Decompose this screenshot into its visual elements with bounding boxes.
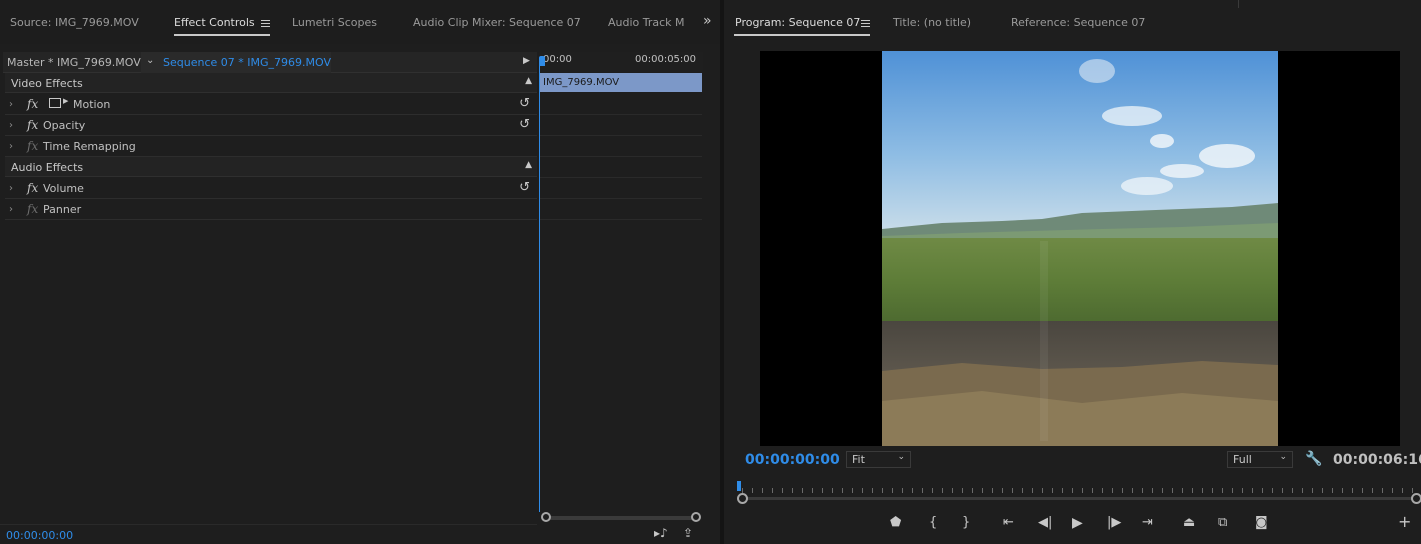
effect-name: Opacity (43, 119, 86, 132)
video-frame-image (882, 51, 1278, 446)
audio-effects-label: Audio Effects (11, 161, 84, 174)
effect-row-time-remapping[interactable]: › fx Time Remapping (5, 136, 537, 157)
sequence-clip-label[interactable]: Sequence 07 * IMG_7969.MOV (163, 56, 331, 69)
audio-scrub-icon[interactable]: ▸♪ (654, 526, 668, 540)
tab-source[interactable]: Source: IMG_7969.MOV (10, 16, 139, 29)
panel-menu-icon[interactable] (261, 20, 270, 27)
effect-row-opacity[interactable]: › fx Opacity ↺ (5, 115, 537, 136)
export-icon[interactable]: ⇪ (683, 526, 693, 540)
scroll-handle-right-icon[interactable] (691, 512, 701, 522)
go-to-out-icon[interactable]: ⇥ (1142, 515, 1153, 530)
play-icon[interactable]: ▶ (1072, 515, 1083, 531)
expand-chevron-icon[interactable]: › (9, 141, 13, 152)
ec-current-timecode[interactable]: 00:00:00:00 (6, 529, 73, 542)
timeline-divider (540, 219, 702, 220)
timeline-divider (540, 114, 702, 115)
expand-chevron-icon[interactable]: › (9, 99, 13, 110)
effect-name: Time Remapping (43, 140, 136, 153)
resolution-select[interactable]: Full ⌄ (1227, 451, 1293, 468)
panel-menu-icon[interactable] (861, 20, 870, 27)
ruler-start-time: 00:00 (543, 54, 572, 65)
tab-audio-clip-mixer[interactable]: Audio Clip Mixer: Sequence 07 (413, 16, 581, 29)
ec-clip-label: IMG_7969.MOV (543, 77, 620, 88)
extract-icon[interactable]: ⧉ (1218, 515, 1227, 530)
fx-toggle-icon[interactable]: fx (27, 97, 38, 111)
timeline-divider (540, 156, 702, 157)
chevron-down-icon: ⌄ (897, 452, 905, 462)
play-triangle-icon[interactable]: ▶ (523, 56, 530, 66)
active-tab-underline (174, 34, 270, 36)
expand-chevron-icon[interactable]: › (9, 183, 13, 194)
expand-chevron-icon[interactable]: › (9, 204, 13, 215)
fx-toggle-icon: fx (27, 202, 39, 216)
audio-effects-header[interactable]: Audio Effects ▲ (5, 157, 537, 177)
video-effects-header[interactable]: Video Effects ▲ (5, 73, 537, 93)
add-button-icon[interactable]: + (1398, 512, 1411, 531)
transform-box-icon[interactable] (49, 98, 61, 108)
reset-icon[interactable]: ↺ (519, 96, 530, 111)
program-time-ruler[interactable] (742, 488, 1414, 493)
export-frame-camera-icon[interactable]: ◙ (1255, 515, 1268, 530)
timeline-divider (540, 135, 702, 136)
scroll-handle-left-icon[interactable] (541, 512, 551, 522)
active-tab-underline (734, 34, 870, 36)
effect-row-panner[interactable]: › fx Panner (5, 199, 537, 220)
zoom-select-value: Fit (852, 453, 865, 466)
chevron-down-icon: ⌄ (1279, 452, 1287, 462)
playhead-line[interactable] (539, 64, 540, 512)
add-marker-icon[interactable]: ⬟ (890, 515, 901, 530)
reset-icon[interactable]: ↺ (519, 117, 530, 132)
effect-name: Panner (43, 203, 82, 216)
effect-row-motion[interactable]: › fx ▶ Motion ↺ (5, 94, 537, 115)
mark-in-icon[interactable]: { (929, 515, 937, 530)
top-frame-divider (1238, 0, 1239, 8)
video-frame (882, 51, 1278, 446)
step-back-icon[interactable]: ◀| (1038, 515, 1052, 530)
tab-program[interactable]: Program: Sequence 07 (735, 16, 860, 29)
chevron-down-icon: ⌄ (146, 55, 155, 66)
video-effects-label: Video Effects (11, 77, 83, 90)
wrench-settings-icon[interactable]: 🔧 (1305, 451, 1322, 467)
fx-toggle-icon[interactable]: fx (27, 181, 38, 195)
master-clip-label[interactable]: Master * IMG_7969.MOV (7, 56, 141, 69)
program-current-timecode[interactable]: 00:00:00:00 (745, 452, 840, 468)
scroll-handle-right-icon[interactable] (1411, 493, 1421, 504)
ruler-end-time: 00:00:05:00 (635, 54, 697, 65)
effect-row-volume[interactable]: › fx Volume ↺ (5, 178, 537, 199)
tab-audio-track-mixer[interactable]: Audio Track M (608, 16, 685, 29)
tab-title[interactable]: Title: (no title) (893, 16, 971, 29)
lift-icon[interactable]: ⏏ (1183, 515, 1195, 530)
go-to-in-icon[interactable]: ⇤ (1003, 515, 1014, 530)
collapse-up-icon[interactable]: ▲ (525, 160, 532, 170)
step-forward-icon[interactable]: |▶ (1107, 515, 1121, 530)
zoom-select[interactable]: Fit ⌄ (846, 451, 911, 468)
pointer-icon: ▶ (63, 97, 69, 105)
program-zoom-scrollbar[interactable] (742, 497, 1414, 500)
tab-effect-controls[interactable]: Effect Controls (174, 16, 255, 29)
program-duration-timecode: 00:00:06:16 (1333, 452, 1421, 468)
timeline-divider (540, 177, 702, 178)
reset-icon[interactable]: ↺ (519, 180, 530, 195)
tab-lumetri-scopes[interactable]: Lumetri Scopes (292, 16, 377, 29)
tab-overflow-icon[interactable]: » (703, 13, 712, 29)
fx-toggle-icon[interactable]: fx (27, 118, 38, 132)
scroll-handle-left-icon[interactable] (737, 493, 748, 504)
bottom-separator (0, 524, 537, 525)
effect-name: Volume (43, 182, 84, 195)
ec-zoom-scrollbar[interactable] (544, 516, 698, 520)
effect-name: Motion (73, 98, 111, 111)
collapse-up-icon[interactable]: ▲ (525, 76, 532, 86)
tab-reference[interactable]: Reference: Sequence 07 (1011, 16, 1145, 29)
fx-toggle-icon: fx (27, 139, 39, 153)
expand-chevron-icon[interactable]: › (9, 120, 13, 131)
resolution-select-value: Full (1233, 453, 1252, 466)
mark-out-icon[interactable]: } (962, 515, 970, 530)
program-playhead-icon[interactable] (737, 481, 741, 491)
timeline-divider (540, 198, 702, 199)
